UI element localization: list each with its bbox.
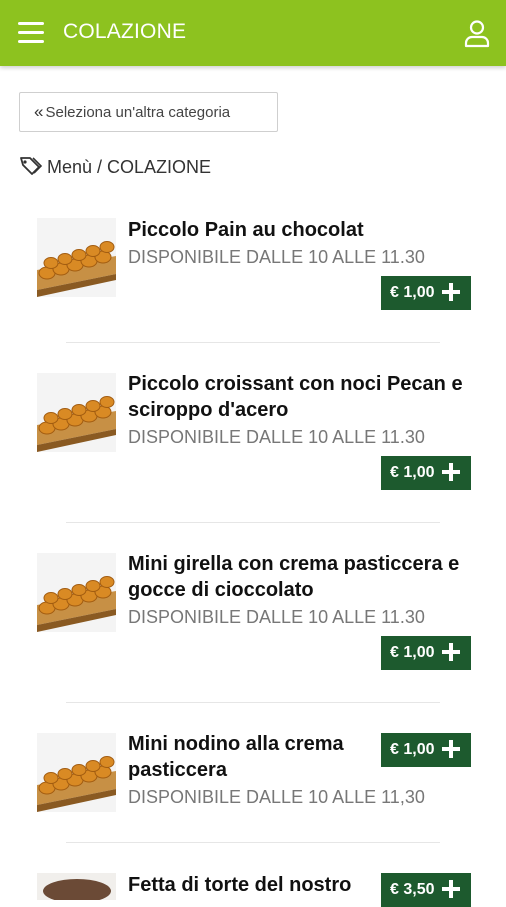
product-price: € 3,50 (390, 881, 435, 898)
product-image (37, 218, 116, 297)
product-name: Piccolo Pain au chocolat (128, 219, 364, 241)
page-title: COLAZIONE (63, 20, 187, 43)
plus-icon (440, 641, 462, 663)
add-to-cart-button[interactable]: € 1,00 (381, 733, 471, 767)
product-image (37, 553, 116, 632)
product-image (37, 373, 116, 452)
breadcrumb-text: Menù / COLAZIONE (47, 157, 212, 177)
product-availability: DISPONIBILE DALLE 10 ALLE 11.30 (128, 607, 425, 627)
plus-icon (440, 461, 462, 483)
add-to-cart-button[interactable]: € 1,00 (381, 456, 471, 490)
plus-icon (440, 281, 462, 303)
product-name: Fetta di torte del nostro (128, 874, 352, 896)
add-to-cart-button[interactable]: € 1,00 (381, 276, 471, 310)
product-image (37, 733, 116, 812)
product-name: Mini girella con crema pasticcera e gocc… (128, 553, 460, 601)
product-name: Mini nodino alla crema pasticcera (128, 733, 344, 781)
product-availability: DISPONIBILE DALLE 10 ALLE 11,30 (128, 787, 425, 807)
double-chevron-left-icon: « (34, 102, 44, 121)
divider (66, 522, 440, 523)
cake-image (37, 873, 116, 900)
tag-icon (20, 157, 43, 175)
divider (66, 702, 440, 703)
product-image (37, 873, 116, 900)
add-to-cart-button[interactable]: € 3,50 (381, 873, 471, 907)
add-to-cart-button[interactable]: € 1,00 (381, 636, 471, 670)
user-icon[interactable] (462, 18, 492, 48)
product-availability: DISPONIBILE DALLE 10 ALLE 11.30 (128, 247, 425, 267)
product-price: € 1,00 (390, 464, 435, 481)
app-header: COLAZIONE (0, 0, 506, 66)
back-button-label: Seleziona un'altra categoria (45, 104, 231, 121)
plus-icon (440, 738, 462, 760)
product-price: € 1,00 (390, 284, 435, 301)
menu-icon[interactable] (18, 22, 44, 44)
breadcrumb: Menù / COLAZIONE (19, 156, 211, 180)
product-price: € 1,00 (390, 644, 435, 661)
select-other-category-button[interactable]: «Seleziona un'altra categoria (19, 92, 278, 132)
product-name: Piccolo croissant con noci Pecan e sciro… (128, 373, 463, 421)
product-availability: DISPONIBILE DALLE 10 ALLE 11.30 (128, 427, 425, 447)
divider (66, 842, 440, 843)
product-price: € 1,00 (390, 741, 435, 758)
divider (66, 342, 440, 343)
plus-icon (440, 878, 462, 900)
